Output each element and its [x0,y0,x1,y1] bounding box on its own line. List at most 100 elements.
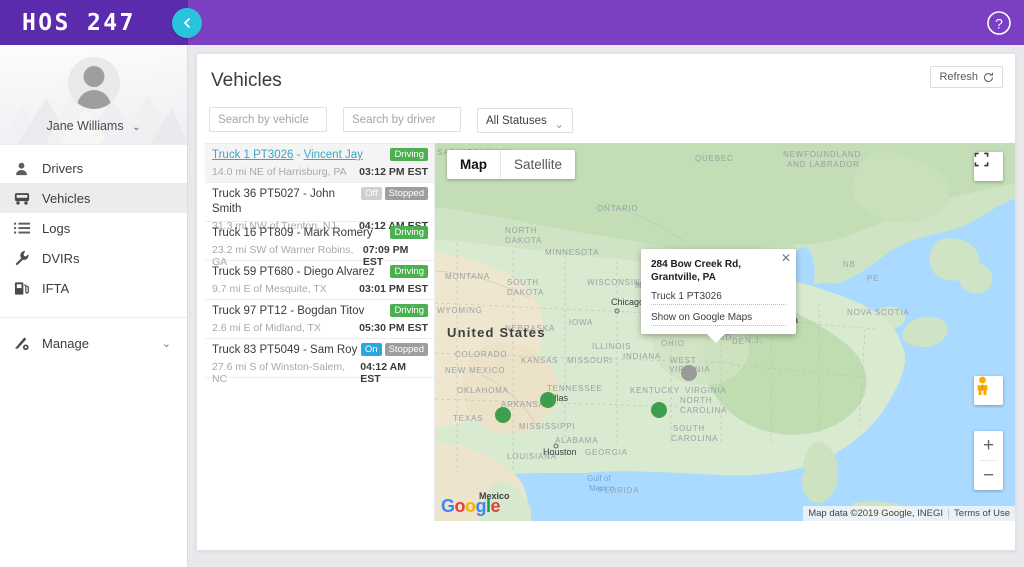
vehicle-status-badges: OnStopped [361,343,428,356]
avatar-body [77,90,111,109]
street-view-button[interactable] [974,376,1003,405]
vehicle-location: 27.6 mi S of Winston-Salem, NC [212,361,360,385]
marker-warner-robins [651,402,667,418]
vehicle-title: Truck 97 PT12 - Bogdan Titov [212,304,364,319]
status-badge: Off [361,187,382,200]
avatar-head [83,66,104,87]
vehicle-truck-link[interactable]: Truck 97 PT12 [212,305,287,317]
map-fullscreen-button[interactable] [974,152,1003,181]
chevron-left-icon [180,16,194,30]
sidebar-item-vehicles[interactable]: Vehicles [0,183,187,213]
vehicle-title-separator: - [300,188,310,200]
vehicles-page: HOS 247 ? [0,0,1024,567]
vehicles-and-map: Truck 1 PT3026 - Vincent Jay Driving 14.0 … [197,143,1015,521]
vehicle-row[interactable]: Truck 16 PT809 - Mark RomeryDriving23.2 … [205,222,434,261]
sidebar-label-manage: Manage [42,336,89,351]
sidebar-item-ifta[interactable]: IFTA [0,273,187,303]
content-card: Vehicles Refresh All Statuses ⌄ Truck 1 … [196,53,1016,551]
map-terms-link[interactable]: Terms of Use [949,508,1015,519]
info-window-title: 284 Bow Creek Rd, Grantville, PA [651,258,786,284]
vehicle-truck-link[interactable]: Truck 1 PT3026 [212,149,293,161]
search-driver-input[interactable] [343,107,461,132]
status-filter-value: All Statuses [486,115,547,127]
map-type-toggle[interactable]: Map Satellite [447,150,575,179]
wrench-icon [14,250,40,266]
sidebar-label-drivers: Drivers [42,161,83,176]
map-zoom-controls[interactable]: + − [974,431,1003,490]
vehicle-location: 14.0 mi NE of Harrisburg, PA [212,166,347,178]
google-logo: Google [441,496,500,517]
map-canvas[interactable]: SASKATCHEWAN ONTARIO MONTANA QUEBEC NEWF… [435,143,1015,521]
vehicle-row[interactable]: Truck 59 PT680 - Diego AlvarezDriving9.7… [205,261,434,300]
sidebar-divider [0,317,187,318]
map-type-map[interactable]: Map [447,150,500,179]
status-badge: Driving [390,265,428,278]
sidebar-item-drivers[interactable]: Drivers [0,153,187,183]
marker-winston-salem [681,365,697,381]
vehicle-title: Truck 16 PT809 - Mark Romery [212,226,373,241]
vehicle-title-separator: - [300,344,310,356]
avatar [68,57,120,109]
vehicle-driver-link[interactable]: Sam Roy [310,344,357,356]
help-button[interactable]: ? [986,10,1012,36]
page-title: Vehicles [211,70,1015,92]
chevron-down-icon: ⌄ [162,337,171,350]
chevron-down-icon: ⌄ [132,122,140,133]
vehicle-title: Truck 1 PT3026 - Vincent Jay [212,148,363,163]
top-bar: HOS 247 ? [0,0,1024,45]
vehicle-driver-link[interactable]: Mark Romery [304,227,373,239]
map-type-satellite[interactable]: Satellite [500,150,575,179]
vehicle-truck-link[interactable]: Truck 36 PT5027 [212,188,300,200]
map-attribution-bar: Map data ©2019 Google, INEGI Terms of Us… [803,506,1015,521]
info-window-vehicle-link[interactable]: Truck 1 PT3026 [651,291,786,305]
vehicle-truck-link[interactable]: Truck 83 PT5049 [212,344,300,356]
sidebar-nav: Drivers Vehicles [0,145,187,358]
vehicle-row[interactable]: Truck 36 PT5027 - John SmithOffStopped31… [205,183,434,222]
sidebar-label-vehicles: Vehicles [42,191,90,206]
sidebar-collapse-button[interactable] [172,8,202,38]
close-icon[interactable]: ✕ [781,252,791,264]
vehicle-row[interactable]: Truck 1 PT3026 - Vincent JayDriving14.0 … [205,144,434,183]
refresh-button[interactable]: Refresh [930,66,1003,88]
sidebar-item-logs[interactable]: Logs [0,213,187,243]
vehicle-row[interactable]: Truck 83 PT5049 - Sam RoyOnStopped27.6 m… [205,339,434,378]
info-window-google-maps-link[interactable]: Show on Google Maps [651,312,786,326]
vehicle-timestamp: 03:12 PM EST [359,166,428,178]
status-filter-select[interactable]: All Statuses ⌄ [477,108,573,133]
vehicle-title: Truck 36 PT5027 - John Smith [212,187,361,217]
sidebar-label-logs: Logs [42,221,70,236]
profile-name-label: Jane Williams [47,119,124,133]
vehicle-location: 2.6 mi E of Midland, TX [212,322,321,334]
zoom-in-button[interactable]: + [974,431,1003,460]
vehicle-row[interactable]: Truck 97 PT12 - Bogdan Titov Driving 2.6 m… [205,300,434,339]
content-header: Vehicles Refresh [197,54,1015,106]
settings-gear-icon [14,336,40,351]
sidebar-item-manage[interactable]: Manage ⌄ [0,328,187,358]
vehicle-driver-link[interactable]: Bogdan Titov [297,305,364,317]
brand-area: HOS 247 [0,0,188,45]
vehicle-location: 9.7 mi E of Mesquite, TX [212,283,327,295]
search-vehicle-input[interactable] [209,107,327,132]
status-badge: Driving [390,304,428,317]
vehicle-title-separator: - [293,149,303,161]
question-circle-icon: ? [986,10,1012,36]
street-view-pegman-icon [974,376,991,396]
vehicle-truck-link[interactable]: Truck 59 PT680 [212,266,293,278]
vehicle-status-badges: OffStopped [361,187,428,200]
fullscreen-icon [974,152,989,167]
vehicle-timestamp: 03:01 PM EST [359,283,428,295]
profile-name[interactable]: Jane Williams ⌄ [0,119,187,133]
refresh-icon [983,72,994,83]
zoom-out-button[interactable]: − [974,461,1003,490]
vehicle-truck-link[interactable]: Truck 16 PT809 [212,227,293,239]
status-badge: Stopped [385,343,428,356]
profile-section[interactable]: Jane Williams ⌄ [0,45,187,145]
vehicle-driver-link[interactable]: Vincent Jay [304,149,363,161]
chevron-down-icon: ⌄ [554,117,564,131]
vehicle-title-separator: - [293,227,303,239]
sidebar-item-dvirs[interactable]: DVIRs [0,243,187,273]
marker-midland [495,407,511,423]
status-badge: On [361,343,382,356]
app-logo: HOS 247 [22,10,136,36]
vehicle-driver-link[interactable]: Diego Alvarez [304,266,375,278]
